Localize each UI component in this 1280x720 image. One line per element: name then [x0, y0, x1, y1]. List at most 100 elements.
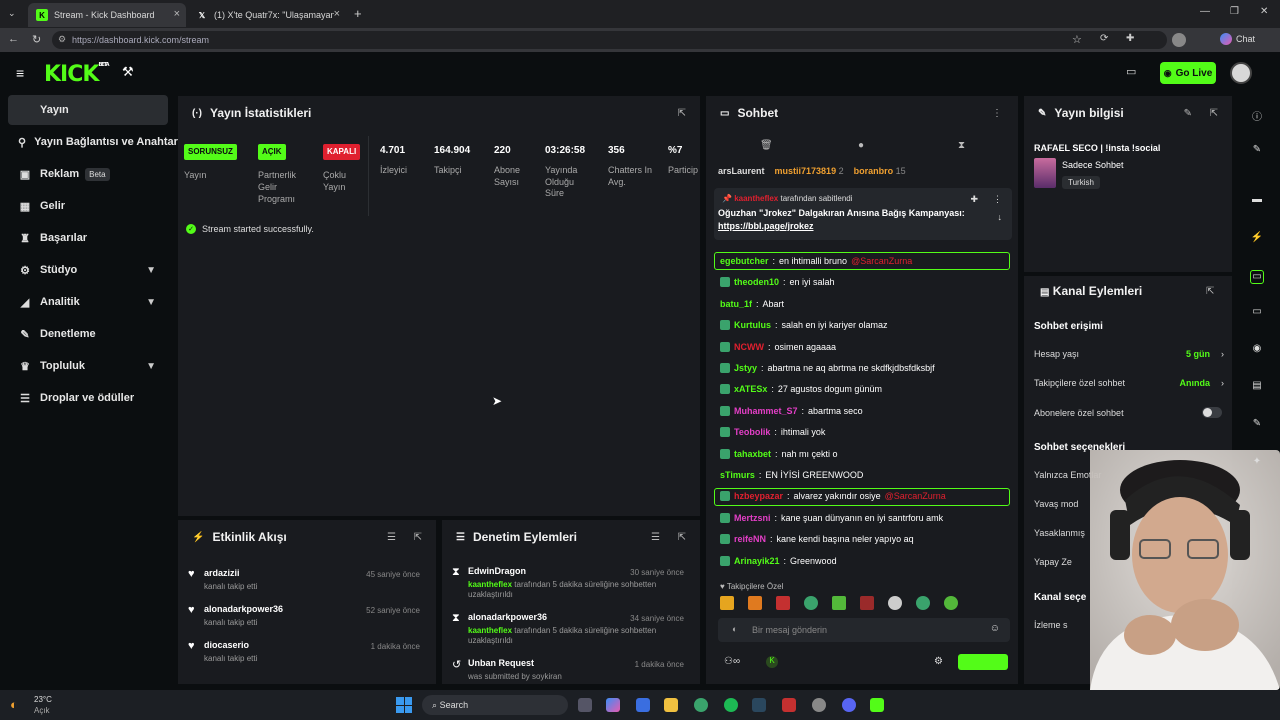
chat-message-input[interactable]: ◐ Bir mesaj gönderin ☺: [718, 618, 1010, 642]
chrome-icon[interactable]: [694, 698, 708, 712]
chat-username[interactable]: NCWW: [734, 342, 764, 352]
chat-username[interactable]: Jstyy: [734, 363, 757, 373]
new-tab-icon[interactable]: +: [354, 6, 362, 21]
more-options-icon[interactable]: ⋮: [993, 194, 1002, 205]
sidebar-item-denetleme[interactable]: ✎ Denetleme: [8, 319, 168, 349]
profile-avatar-icon[interactable]: [1172, 33, 1186, 47]
send-chat-button[interactable]: [958, 654, 1008, 670]
sidebar-item-basarilar[interactable]: ♜ Başarılar: [8, 223, 168, 253]
wrench-icon[interactable]: ✎: [1250, 418, 1264, 432]
sidebar-item-droplar[interactable]: ☰ Droplar ve ödüller: [8, 383, 168, 413]
close-window-icon[interactable]: ✕: [1260, 6, 1268, 17]
info-icon[interactable]: ⓘ: [1250, 108, 1264, 123]
subscribers-only-toggle[interactable]: [1202, 407, 1222, 418]
emote-icon[interactable]: [944, 596, 958, 610]
sidebar-item-gelir[interactable]: ▦ Gelir: [8, 191, 168, 221]
screen-icon[interactable]: ▭: [1126, 65, 1136, 78]
tools-hammer-icon[interactable]: ⚒: [122, 64, 134, 80]
emote-icon[interactable]: [776, 596, 790, 610]
file-explorer-icon[interactable]: [664, 698, 678, 712]
recorder-icon[interactable]: [782, 698, 796, 712]
app-icon[interactable]: [812, 698, 826, 712]
category-thumbnail[interactable]: [1034, 158, 1056, 188]
chat-settings-icon[interactable]: ⚙: [934, 656, 943, 667]
chat-username[interactable]: Mertzsni: [734, 513, 771, 523]
emote-icon[interactable]: [804, 596, 818, 610]
chat-icon[interactable]: ▭: [1250, 306, 1264, 320]
browser-tab-kick[interactable]: K Stream - Kick Dashboard ×: [28, 3, 186, 27]
browser-tab-x[interactable]: 𝕏 (1) X'te Quatr7x: "Ulaşamayan adı ×: [188, 3, 346, 27]
emote-icon[interactable]: [916, 596, 930, 610]
filter-icon[interactable]: ☰: [651, 532, 660, 543]
account-age-row[interactable]: Hesap yaşı 5 gün ›: [1034, 349, 1224, 359]
chat-username[interactable]: batu_1f: [720, 299, 752, 309]
minimize-icon[interactable]: —: [1200, 6, 1210, 17]
chat-username[interactable]: reifeNN: [734, 534, 766, 544]
popout-icon[interactable]: ⇱: [678, 532, 686, 543]
chat-username[interactable]: Teobolik: [734, 427, 770, 437]
chat-username[interactable]: Kurtulus: [734, 320, 771, 330]
site-info-icon[interactable]: ⚙: [58, 34, 66, 45]
popout-icon[interactable]: ⇱: [678, 108, 686, 119]
emote-icon[interactable]: [748, 596, 762, 610]
broadcast-icon[interactable]: ◉: [1250, 343, 1264, 357]
reload-icon[interactable]: ↻: [32, 33, 41, 46]
sidebar-item-topluluk[interactable]: ♛ Topluluk ▼: [8, 351, 168, 381]
kick-app-icon[interactable]: [870, 698, 884, 712]
emote-icon[interactable]: [720, 596, 734, 610]
top-chatter[interactable]: boranbro 15: [854, 166, 906, 176]
extensions-icon[interactable]: ⟳: [1100, 33, 1108, 44]
chat-username[interactable]: hzbeypazar: [734, 491, 783, 501]
task-view-icon[interactable]: [578, 698, 592, 712]
close-tab-icon[interactable]: ×: [174, 8, 180, 20]
top-chatter[interactable]: arsLaurent: [718, 166, 765, 176]
top-chatter[interactable]: mustii7173819 2: [775, 166, 844, 176]
emote-icon[interactable]: [888, 596, 902, 610]
hourglass-icon[interactable]: ⧗: [958, 140, 965, 151]
copilot-chat-button[interactable]: Chat: [1220, 33, 1255, 45]
chat-username[interactable]: Muhammet_S7: [734, 406, 798, 416]
chat-username[interactable]: Arinayik21: [734, 556, 780, 566]
category-name[interactable]: Sadece Sohbet: [1062, 160, 1124, 170]
panel-toggle-icon[interactable]: ▭: [1250, 270, 1264, 284]
kick-coin-icon[interactable]: K: [766, 656, 778, 668]
hamburger-menu-icon[interactable]: ≡: [16, 65, 24, 81]
more-options-icon[interactable]: ⋮: [992, 108, 1002, 119]
chat-users-icon[interactable]: ⚇∞: [724, 656, 740, 667]
close-tab-icon[interactable]: ×: [334, 8, 340, 20]
followers-only-row[interactable]: Takipçilere özel sohbet Anında ›: [1034, 378, 1224, 388]
taskbar-search[interactable]: ⌕ Search: [422, 695, 568, 715]
user-avatar[interactable]: [1230, 62, 1252, 84]
server-icon[interactable]: ▤: [1250, 380, 1264, 394]
url-input[interactable]: https://dashboard.kick.com/stream: [52, 31, 1167, 49]
sidebar-item-studyo[interactable]: ⚙ Stüdyo ▼: [8, 255, 168, 285]
layout-icon[interactable]: ▬: [1250, 194, 1264, 208]
bookmark-icon[interactable]: ☆: [1072, 33, 1082, 46]
steam-icon[interactable]: [752, 698, 766, 712]
arrow-down-icon[interactable]: ↓: [998, 212, 1003, 222]
emote-icon[interactable]: [860, 596, 874, 610]
chat-username[interactable]: xATESx: [734, 384, 767, 394]
sidebar-item-analitik[interactable]: ◢ Analitik ▼: [8, 287, 168, 317]
edit-icon[interactable]: ✎: [1250, 144, 1264, 158]
bolt-icon[interactable]: ⚡: [1250, 232, 1264, 246]
go-live-button[interactable]: ◉ Go Live: [1160, 62, 1216, 84]
tab-list-icon[interactable]: ⌄: [8, 8, 16, 19]
chat-bubble-icon[interactable]: ●: [858, 140, 864, 151]
chat-username[interactable]: sTimurs: [720, 470, 755, 480]
popout-icon[interactable]: ⇱: [1210, 108, 1218, 119]
filter-icon[interactable]: ☰: [387, 532, 396, 543]
discord-icon[interactable]: [842, 698, 856, 712]
chat-username[interactable]: tahaxbet: [734, 449, 771, 459]
palette-icon[interactable]: ✦: [1250, 456, 1264, 470]
puzzle-icon[interactable]: ✚: [1126, 33, 1134, 44]
emoji-icon[interactable]: ☺: [990, 623, 1000, 634]
kick-logo[interactable]: KICKBETA: [44, 62, 110, 87]
popout-icon[interactable]: ⇱: [1206, 286, 1214, 297]
popout-icon[interactable]: ⇱: [414, 532, 422, 543]
emote-icon[interactable]: [832, 596, 846, 610]
start-button-icon[interactable]: [396, 697, 412, 713]
sidebar-item-yayin[interactable]: Yayın: [8, 95, 168, 125]
maximize-icon[interactable]: ❐: [1230, 6, 1239, 17]
copilot-icon[interactable]: [606, 698, 620, 712]
